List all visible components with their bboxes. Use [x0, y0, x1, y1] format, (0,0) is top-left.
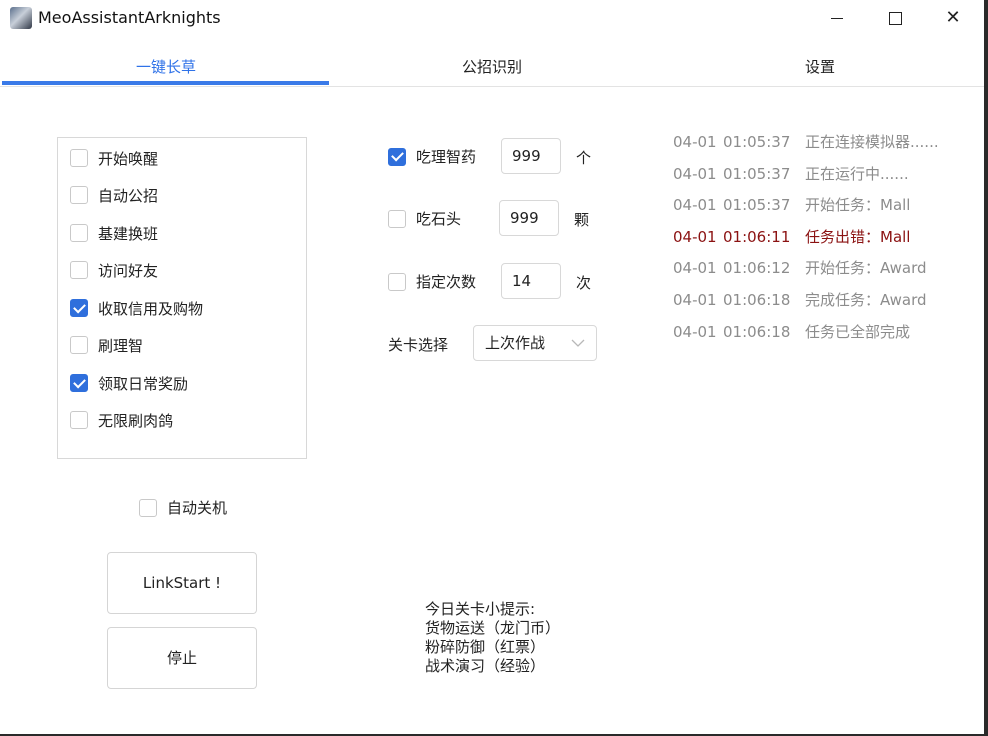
maximize-button[interactable]: [872, 0, 918, 36]
log-line: 04-01 01:05:37 正在连接模拟器......: [673, 133, 939, 151]
minimize-icon: [831, 17, 843, 19]
task-item-infrast[interactable]: 基建换班: [70, 222, 158, 244]
window-title: MeoAssistantArknights: [38, 8, 221, 27]
times-unit: 次: [576, 274, 592, 292]
tips-line: 粉碎防御（红票）: [425, 638, 546, 656]
tips-line: 战术演习（经验）: [425, 657, 546, 675]
medicine-option[interactable]: 吃理智药: [388, 146, 476, 167]
medicine-checkbox[interactable]: [388, 147, 406, 166]
stop-button[interactable]: 停止: [107, 627, 257, 689]
stage-select-label: 关卡选择: [388, 336, 449, 354]
stage-select-value: 上次作战: [485, 334, 546, 352]
task-item-mall[interactable]: 收取信用及购物: [70, 297, 203, 319]
log-line: 04-01 01:06:18 任务已全部完成: [673, 323, 911, 341]
tab-settings[interactable]: 设置: [656, 52, 984, 86]
task-label: 领取日常奖励: [98, 374, 189, 393]
task-checkbox[interactable]: [70, 336, 88, 354]
times-checkbox[interactable]: [388, 272, 406, 291]
task-item-recruit[interactable]: 自动公招: [70, 184, 158, 206]
log-line: 04-01 01:06:12 开始任务：Award: [673, 259, 927, 277]
log-line: 04-01 01:05:37 开始任务：Mall: [673, 196, 911, 214]
times-option[interactable]: 指定次数: [388, 271, 476, 292]
stone-unit: 颗: [574, 211, 590, 229]
task-label: 基建换班: [98, 224, 159, 243]
tab-recruit[interactable]: 公招识别: [328, 52, 656, 86]
stage-select[interactable]: 上次作战: [473, 325, 597, 361]
task-item-award[interactable]: 领取日常奖励: [70, 372, 188, 394]
task-checkbox[interactable]: [70, 186, 88, 204]
medicine-count-input[interactable]: 999: [501, 138, 561, 174]
main-window: MeoAssistantArknights ✕ 一键长草 公招识别 设置 开始唤…: [0, 0, 984, 734]
task-checkbox[interactable]: [70, 299, 88, 317]
tips-line: 货物运送（龙门币）: [425, 619, 561, 637]
medicine-unit: 个: [576, 149, 592, 167]
stone-count-input[interactable]: 999: [499, 200, 559, 236]
medicine-label: 吃理智药: [416, 148, 477, 166]
stage-tips: 今日关卡小提示: 货物运送（龙门币） 粉碎防御（红票） 战术演习（经验）: [425, 600, 560, 676]
stone-label: 吃石头: [416, 210, 462, 228]
chevron-down-icon: [571, 339, 585, 347]
stone-option[interactable]: 吃石头: [388, 208, 461, 229]
tips-title: 今日关卡小提示:: [425, 600, 536, 618]
log-line: 04-01 01:05:37 正在运行中......: [673, 165, 909, 183]
app-icon: [10, 7, 32, 29]
task-checkbox[interactable]: [70, 149, 88, 167]
task-label: 开始唤醒: [98, 149, 159, 168]
auto-shutdown-option[interactable]: 自动关机: [139, 497, 227, 518]
task-list: 开始唤醒 自动公招 基建换班 访问好友 收取信用及购物 刷理智 领取日常奖励 无…: [57, 137, 307, 459]
log-line: 04-01 01:06:18 完成任务：Award: [673, 291, 927, 309]
task-label: 自动公招: [98, 186, 159, 205]
stone-checkbox[interactable]: [388, 209, 406, 228]
task-label: 刷理智: [98, 336, 144, 355]
task-item-wakeup[interactable]: 开始唤醒: [70, 147, 158, 169]
title-bar[interactable]: MeoAssistantArknights ✕: [0, 0, 984, 36]
task-item-visit[interactable]: 访问好友: [70, 259, 158, 281]
auto-shutdown-label: 自动关机: [167, 499, 228, 517]
times-count-input[interactable]: 14: [501, 263, 561, 299]
log-line: 04-01 01:06:11 任务出错：Mall: [673, 228, 911, 246]
task-label: 无限刷肉鸽: [98, 411, 174, 430]
task-checkbox[interactable]: [70, 261, 88, 279]
task-label: 收取信用及购物: [98, 299, 204, 318]
task-checkbox[interactable]: [70, 374, 88, 392]
minimize-button[interactable]: [814, 0, 860, 36]
link-start-button[interactable]: LinkStart !: [107, 552, 257, 614]
task-label: 访问好友: [98, 261, 159, 280]
maximize-icon: [888, 11, 902, 25]
task-checkbox[interactable]: [70, 224, 88, 242]
task-item-fight[interactable]: 刷理智: [70, 334, 143, 356]
task-item-roguelike[interactable]: 无限刷肉鸽: [70, 409, 173, 431]
close-button[interactable]: ✕: [930, 0, 976, 36]
times-label: 指定次数: [416, 273, 477, 291]
close-icon: ✕: [945, 7, 961, 28]
active-tab-indicator: [2, 81, 329, 85]
auto-shutdown-checkbox[interactable]: [139, 498, 157, 517]
task-checkbox[interactable]: [70, 411, 88, 429]
